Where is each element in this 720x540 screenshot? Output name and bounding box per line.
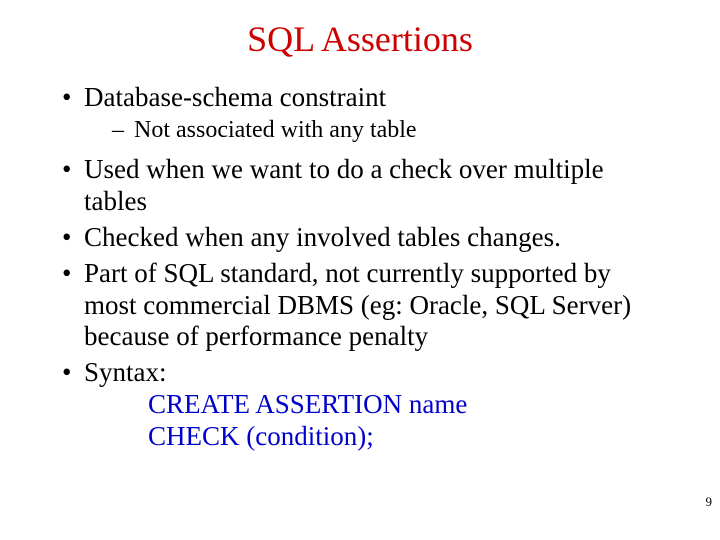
page-number: 9 — [706, 494, 713, 510]
sub-bullet-list: Not associated with any table — [84, 116, 664, 144]
syntax-line: CREATE ASSERTION name — [148, 389, 664, 421]
slide-title: SQL Assertions — [56, 18, 664, 60]
bullet-text: Part of SQL standard, not currently supp… — [84, 258, 631, 352]
bullet-list: Database-schema constraint Not associate… — [56, 82, 664, 453]
syntax-line: CHECK (condition); — [148, 421, 664, 453]
bullet-text: Used when we want to do a check over mul… — [84, 154, 604, 216]
bullet-text: Checked when any involved tables changes… — [84, 222, 561, 252]
bullet-item: Syntax: CREATE ASSERTION name CHECK (con… — [56, 357, 664, 453]
sub-bullet-item: Not associated with any table — [84, 116, 664, 144]
bullet-item: Used when we want to do a check over mul… — [56, 154, 664, 218]
syntax-block: CREATE ASSERTION name CHECK (condition); — [148, 389, 664, 453]
sub-bullet-text: Not associated with any table — [134, 117, 417, 143]
bullet-item: Part of SQL standard, not currently supp… — [56, 258, 664, 354]
bullet-item: Checked when any involved tables changes… — [56, 222, 664, 254]
slide: SQL Assertions Database-schema constrain… — [0, 0, 720, 540]
bullet-item: Database-schema constraint Not associate… — [56, 82, 664, 144]
bullet-text: Database-schema constraint — [84, 82, 386, 112]
bullet-text: Syntax: — [84, 357, 167, 387]
